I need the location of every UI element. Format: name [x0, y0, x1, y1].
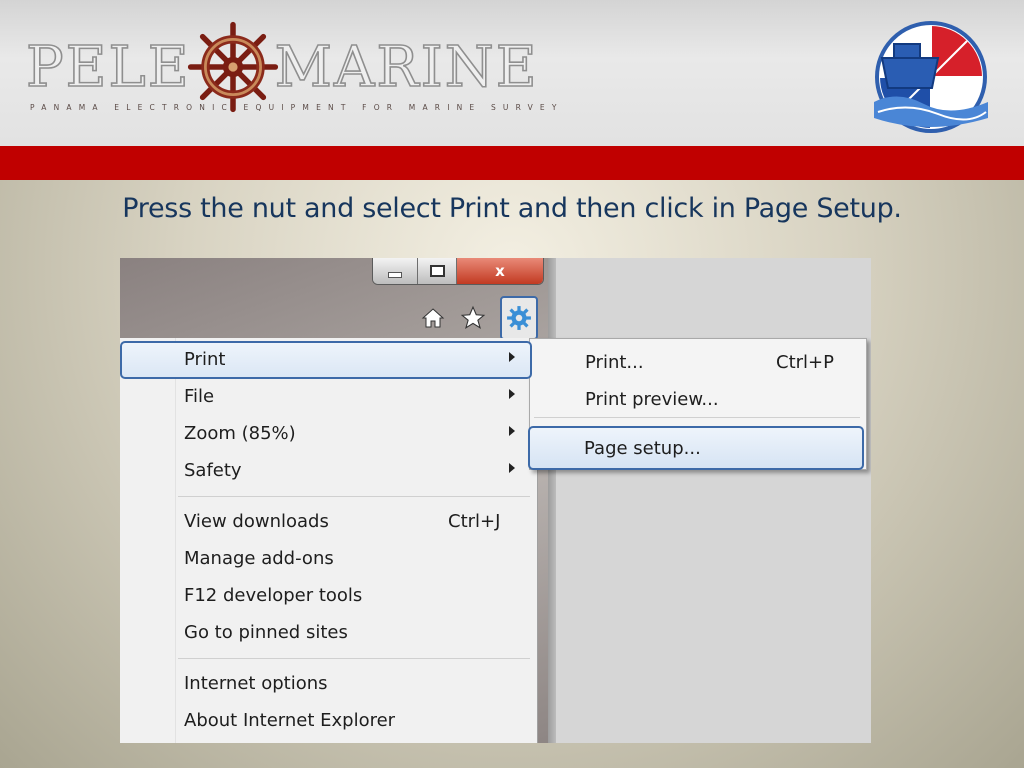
browser-toolbar	[418, 296, 538, 340]
menu-item-f12-tools[interactable]: F12 developer tools	[120, 577, 530, 613]
slide-header: PELE MARINE PANAMA ELECTRONIC EQUIPMENT …	[0, 0, 1024, 146]
page-area	[556, 258, 871, 743]
menu-item-label: About Internet Explorer	[184, 710, 396, 731]
brand-left-text: PELE	[25, 34, 191, 101]
submenu-item-print-preview[interactable]: Print preview...	[530, 381, 860, 415]
menu-item-label: Print	[184, 349, 226, 370]
submenu-arrow-icon	[509, 352, 515, 362]
autoridad-maritima-logo	[874, 21, 988, 133]
menu-item-view-downloads[interactable]: View downloads Ctrl+J	[120, 503, 530, 539]
submenu-arrow-icon	[509, 389, 515, 399]
menu-separator	[178, 496, 530, 497]
menu-item-pinned-sites[interactable]: Go to pinned sites	[120, 614, 530, 650]
ship-wheel-icon	[187, 21, 278, 113]
menu-item-label: File	[184, 386, 215, 407]
minimize-button[interactable]	[373, 258, 418, 284]
header-accent-bar	[0, 146, 1024, 180]
menu-item-label: F12 developer tools	[184, 585, 363, 606]
submenu-item-label: Page setup...	[584, 438, 701, 459]
menu-item-label: Safety	[184, 460, 242, 481]
authority-logo-text: Autoridad Marítima de Panamá	[0, 0, 1, 1]
slide-instruction: Press the nut and select Print and then …	[122, 193, 902, 224]
menu-item-label: Manage add-ons	[184, 548, 334, 569]
menu-item-about-ie[interactable]: About Internet Explorer	[120, 702, 530, 738]
submenu-separator	[534, 417, 860, 418]
submenu-item-page-setup[interactable]: Page setup...	[529, 430, 859, 464]
menu-separator	[178, 658, 530, 659]
submenu-arrow-icon	[509, 463, 515, 473]
submenu-item-label: Print...	[585, 352, 644, 373]
menu-item-file[interactable]: File	[120, 378, 530, 414]
window-controls: x	[372, 258, 544, 285]
close-icon: x	[495, 262, 505, 280]
submenu-arrow-icon	[509, 426, 515, 436]
pele-marine-logo: PELE MARINE	[25, 21, 539, 113]
tools-menu: Print File Zoom (85%) Safety View downlo…	[120, 338, 538, 743]
submenu-item-shortcut: Ctrl+P	[776, 352, 834, 373]
browser-screenshot: x File Zoom (85%) Safety View downloads …	[120, 258, 871, 743]
menu-item-label: Go to pinned sites	[184, 622, 348, 643]
submenu-item-print[interactable]: Print... Ctrl+P	[530, 344, 860, 378]
tools-gear-button[interactable]	[500, 296, 538, 340]
menu-item-zoom[interactable]: Zoom (85%)	[120, 415, 530, 451]
minimize-icon	[388, 272, 402, 278]
menu-item-shortcut: Ctrl+J	[448, 511, 501, 532]
maximize-button[interactable]	[418, 258, 457, 284]
menu-item-label: View downloads	[184, 511, 329, 532]
favorites-star-icon[interactable]	[458, 303, 488, 333]
maximize-icon	[429, 265, 445, 277]
menu-item-manage-addons[interactable]: Manage add-ons	[120, 540, 530, 576]
menu-item-label: Zoom (85%)	[184, 423, 296, 444]
gear-icon	[507, 306, 531, 330]
close-button[interactable]: x	[457, 258, 543, 284]
menu-item-internet-options[interactable]: Internet options	[120, 665, 530, 701]
menu-item-safety[interactable]: Safety	[120, 452, 530, 488]
menu-item-print-highlighted[interactable]: Print	[120, 341, 530, 377]
home-icon[interactable]	[418, 303, 448, 333]
menu-item-label: Internet options	[184, 673, 328, 694]
brand-tagline: PANAMA ELECTRONIC EQUIPMENT FOR MARINE S…	[30, 103, 564, 112]
brand-right-text: MARINE	[274, 34, 539, 101]
submenu-item-label: Print preview...	[585, 389, 719, 410]
